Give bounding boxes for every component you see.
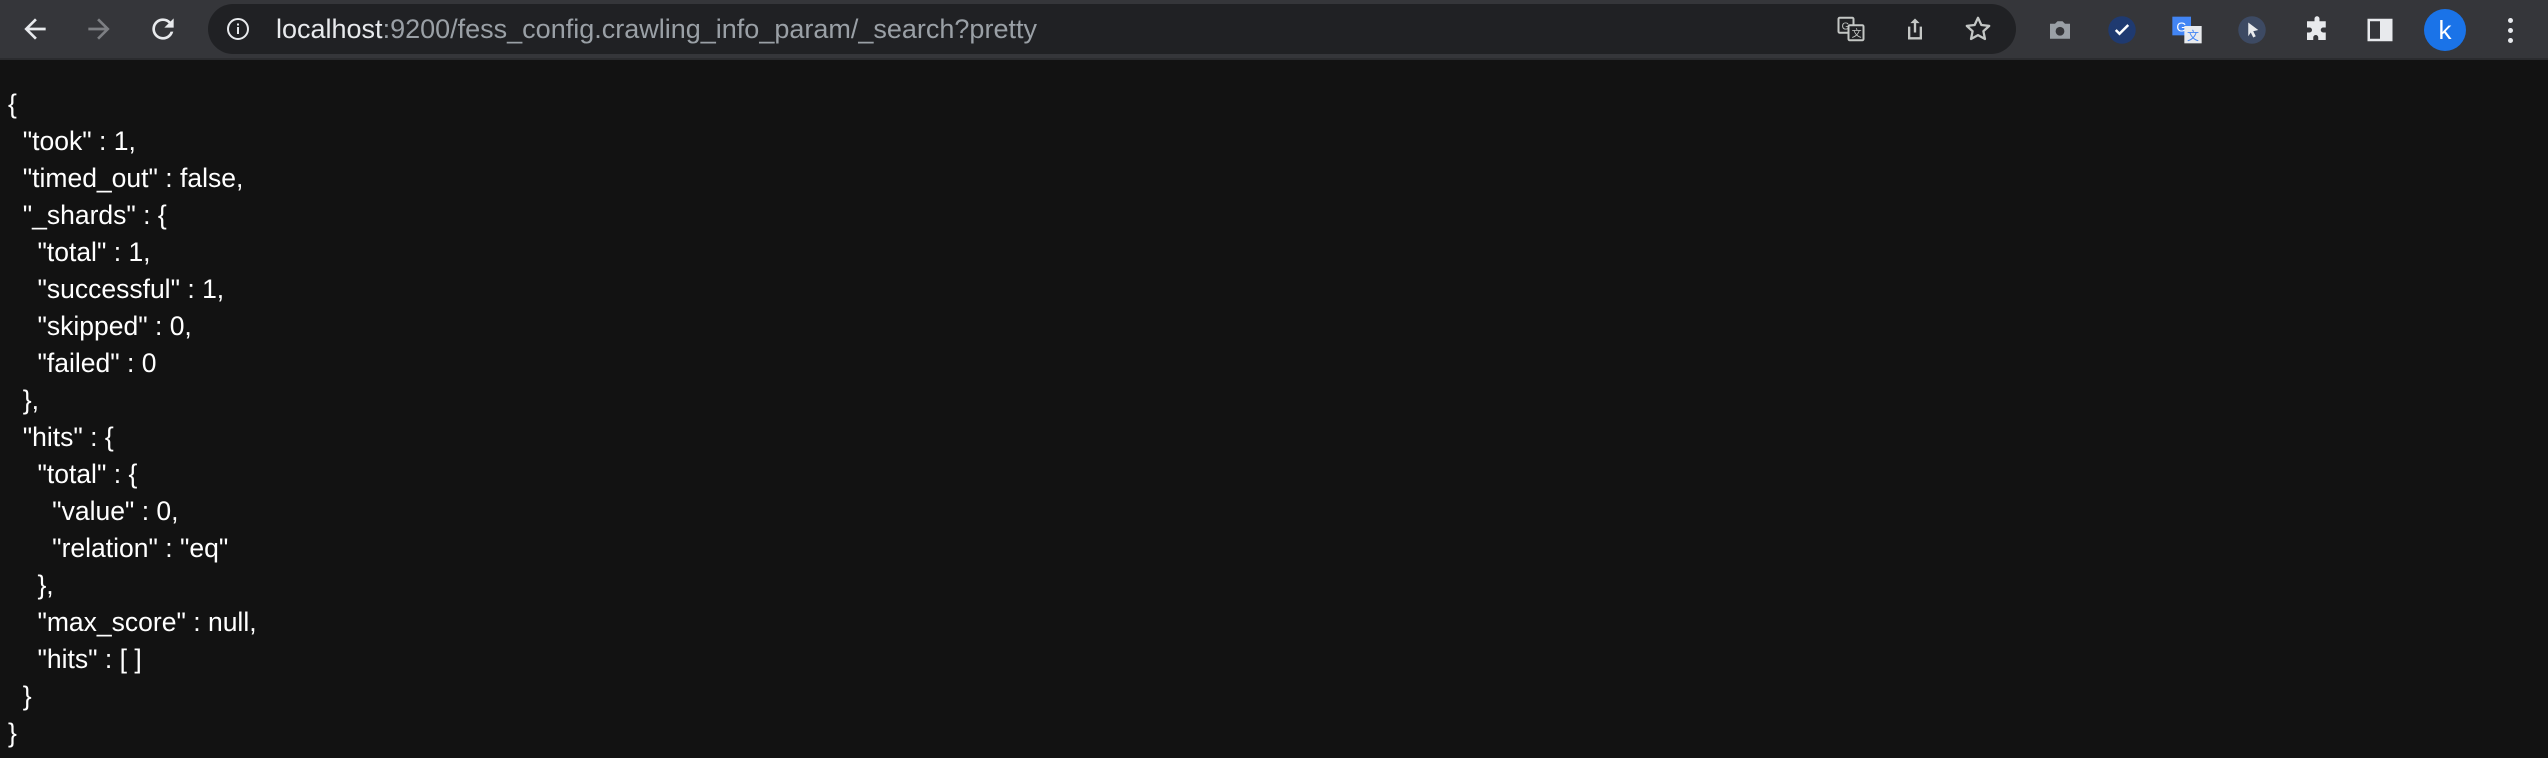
json-line: "failed" : 0 [8, 348, 157, 378]
json-line: "took" : 1, [8, 126, 136, 156]
cursor-extension-icon[interactable] [2235, 13, 2269, 47]
back-button[interactable] [12, 6, 58, 52]
json-line: "value" : 0, [8, 496, 179, 526]
check-extension-icon[interactable] [2105, 13, 2139, 47]
address-bar[interactable]: localhost:9200/fess_config.crawling_info… [208, 4, 2016, 54]
puzzle-extensions-icon[interactable] [2300, 13, 2334, 47]
json-line: "hits" : [ ] [8, 644, 142, 674]
json-line: }, [8, 385, 39, 415]
json-line: "timed_out" : false, [8, 163, 244, 193]
forward-button[interactable] [76, 6, 122, 52]
json-line: "total" : { [8, 459, 138, 489]
svg-text:文: 文 [1852, 27, 1862, 40]
profile-avatar[interactable]: k [2424, 9, 2466, 51]
star-icon[interactable] [1963, 14, 1993, 44]
url-host: localhost [276, 14, 383, 44]
url-path: :9200/fess_config.crawling_info_param/_s… [382, 14, 1037, 44]
json-line: "skipped" : 0, [8, 311, 192, 341]
share-icon[interactable] [1900, 14, 1930, 44]
json-line: { [8, 89, 17, 119]
kebab-menu-icon[interactable] [2496, 10, 2524, 50]
url-text[interactable]: localhost:9200/fess_config.crawling_info… [276, 15, 1037, 43]
json-line: "max_score" : null, [8, 607, 257, 637]
json-response: { "took" : 1, "timed_out" : false, "_sha… [8, 86, 257, 752]
json-line: }, [8, 570, 54, 600]
forward-arrow-icon [88, 18, 110, 40]
json-line: } [8, 718, 17, 748]
google-translate-extension-icon[interactable]: G文 [2170, 13, 2204, 47]
camera-icon[interactable] [2043, 13, 2077, 47]
svg-text:文: 文 [2187, 28, 2199, 43]
json-line: "hits" : { [8, 422, 114, 452]
json-line: "total" : 1, [8, 237, 151, 267]
translate-icon[interactable]: G文 [1836, 14, 1866, 44]
back-arrow-icon [24, 18, 46, 40]
json-line: "successful" : 1, [8, 274, 225, 304]
json-line: "relation" : "eq" [8, 533, 229, 563]
json-line: "_shards" : { [8, 200, 167, 230]
info-icon[interactable] [226, 17, 250, 41]
reload-button[interactable] [140, 6, 186, 52]
browser-toolbar: localhost:9200/fess_config.crawling_info… [0, 0, 2548, 60]
reload-icon [152, 18, 174, 40]
side-panel-icon[interactable] [2363, 13, 2397, 47]
json-line: } [8, 681, 32, 711]
